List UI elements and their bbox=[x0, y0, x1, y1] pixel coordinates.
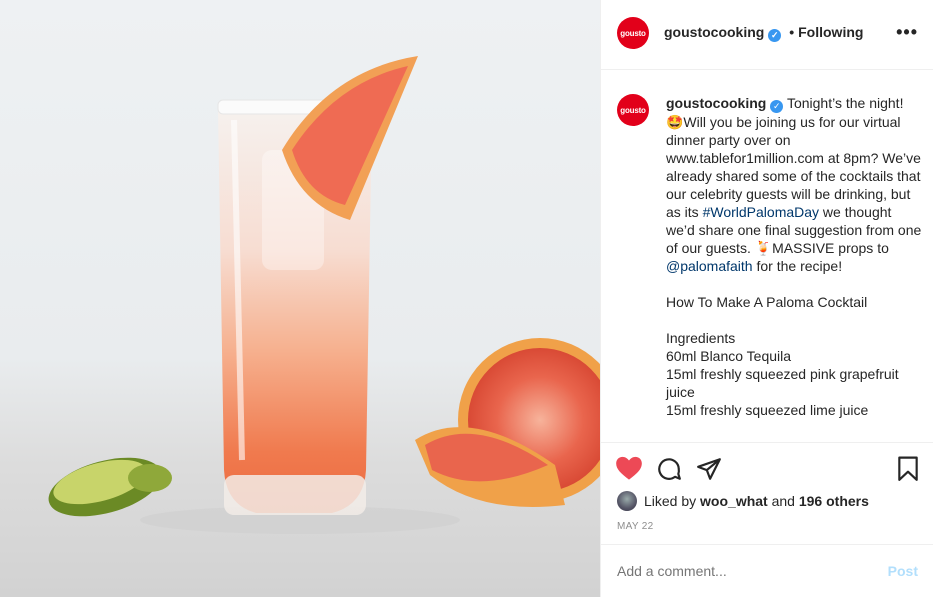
paloma-cocktail-image bbox=[48, 56, 600, 534]
post-photo[interactable] bbox=[0, 0, 600, 597]
comment-icon[interactable] bbox=[656, 456, 682, 482]
grapefruit-halves bbox=[415, 338, 600, 507]
likes-middle: and bbox=[771, 493, 795, 509]
post-button[interactable]: Post bbox=[888, 563, 918, 579]
bookmark-icon[interactable] bbox=[897, 456, 919, 482]
share-icon[interactable] bbox=[696, 456, 722, 482]
caption-area: gousto goustocooking ✓ Tonight’s the nigh… bbox=[601, 70, 933, 442]
avatar-text: gousto bbox=[620, 28, 646, 38]
likes-prefix: Liked by bbox=[644, 493, 697, 509]
comment-box: Post bbox=[601, 544, 933, 597]
caption-avatar[interactable]: gousto bbox=[617, 94, 649, 126]
mention-link[interactable]: @palomafaith bbox=[666, 258, 753, 274]
hashtag-link[interactable]: #WorldPalomaDay bbox=[703, 204, 819, 220]
verified-badge-icon: ✓ bbox=[768, 29, 782, 42]
caption-verified-badge-icon: ✓ bbox=[770, 100, 784, 113]
instagram-post: gousto goustocooking ✓ • Following ••• gou… bbox=[0, 0, 933, 597]
following-button[interactable]: Following bbox=[798, 24, 863, 40]
username-link[interactable]: goustocooking bbox=[664, 24, 764, 40]
caption-username[interactable]: goustocooking bbox=[666, 95, 766, 111]
caption-body-3: for the recipe! How To Make A Paloma Coc… bbox=[666, 258, 899, 418]
likes-others-link[interactable]: 196 others bbox=[799, 493, 869, 509]
more-options-icon[interactable]: ••• bbox=[896, 22, 918, 43]
separator-dot: • bbox=[789, 24, 795, 40]
header-user: goustocooking ✓ • Following bbox=[664, 24, 863, 42]
comment-input[interactable] bbox=[617, 563, 867, 579]
liker-username[interactable]: woo_what bbox=[700, 493, 768, 509]
likes-summary: Liked by woo_what and 196 others bbox=[617, 491, 869, 511]
caption-avatar-text: gousto bbox=[620, 105, 646, 115]
avatar[interactable]: gousto bbox=[617, 17, 649, 49]
post-date[interactable]: MAY 22 bbox=[617, 521, 653, 532]
post-sidebar: gousto goustocooking ✓ • Following ••• gou… bbox=[600, 0, 933, 597]
caption-body-1: Tonight’s the night! 🤩Will you be joinin… bbox=[666, 95, 925, 220]
caption-text: goustocooking ✓ Tonight’s the night! 🤩Wil… bbox=[666, 94, 922, 419]
post-header: gousto goustocooking ✓ • Following ••• bbox=[601, 0, 933, 70]
heart-icon[interactable] bbox=[615, 455, 643, 481]
liker-avatar[interactable] bbox=[617, 491, 637, 511]
